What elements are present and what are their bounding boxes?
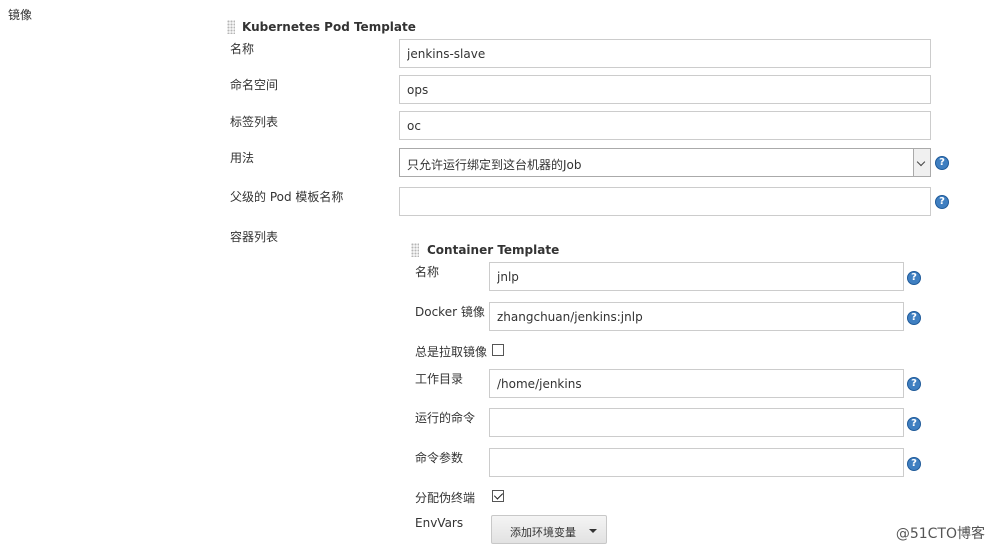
help-icon[interactable]: ? <box>907 377 921 391</box>
caret-down-icon <box>589 529 597 533</box>
workdir-input[interactable] <box>489 369 904 398</box>
section-label: 镜像 <box>8 8 33 22</box>
pod-name-label: 名称 <box>230 42 255 56</box>
parent-pod-label: 父级的 Pod 模板名称 <box>230 190 344 204</box>
always-pull-checkbox[interactable] <box>492 344 504 356</box>
tty-checkbox[interactable] <box>492 490 504 502</box>
workdir-label: 工作目录 <box>415 372 464 386</box>
help-icon[interactable]: ? <box>907 311 921 325</box>
labels-label: 标签列表 <box>230 115 279 129</box>
help-icon[interactable]: ? <box>935 156 949 170</box>
container-name-input[interactable] <box>489 262 904 291</box>
help-icon[interactable]: ? <box>907 457 921 471</box>
tty-label: 分配伪终端 <box>415 491 476 505</box>
usage-select[interactable]: 只允许运行绑定到这台机器的Job <box>399 148 931 177</box>
help-icon[interactable]: ? <box>907 417 921 431</box>
command-label: 运行的命令 <box>415 411 476 425</box>
pod-name-input[interactable] <box>399 39 931 68</box>
help-icon[interactable]: ? <box>907 271 921 285</box>
add-env-var-label: 添加环境变量 <box>510 526 576 539</box>
drag-handle-icon[interactable] <box>411 243 419 257</box>
args-input[interactable] <box>489 448 904 477</box>
usage-select-value: 只允许运行绑定到这台机器的Job <box>407 158 582 172</box>
command-input[interactable] <box>489 408 904 437</box>
pod-template-title: Kubernetes Pod Template <box>242 20 416 34</box>
namespace-input[interactable] <box>399 75 931 104</box>
docker-image-input[interactable] <box>489 302 904 331</box>
watermark: @51CTO博客 <box>895 526 985 542</box>
usage-label: 用法 <box>230 151 255 165</box>
labels-input[interactable] <box>399 111 931 140</box>
container-template-title: Container Template <box>427 243 560 257</box>
always-pull-label: 总是拉取镜像 <box>415 345 488 359</box>
args-label: 命令参数 <box>415 451 464 465</box>
drag-handle-icon[interactable] <box>227 20 235 34</box>
chevron-down-icon[interactable] <box>913 149 930 176</box>
envvars-label: EnvVars <box>415 516 464 530</box>
add-env-var-button[interactable]: 添加环境变量 <box>491 515 607 544</box>
namespace-label: 命名空间 <box>230 78 279 92</box>
parent-pod-input[interactable] <box>399 187 931 216</box>
containers-label: 容器列表 <box>230 230 279 244</box>
help-icon[interactable]: ? <box>935 195 949 209</box>
docker-image-label: Docker 镜像 <box>415 305 485 319</box>
container-name-label: 名称 <box>415 265 440 279</box>
